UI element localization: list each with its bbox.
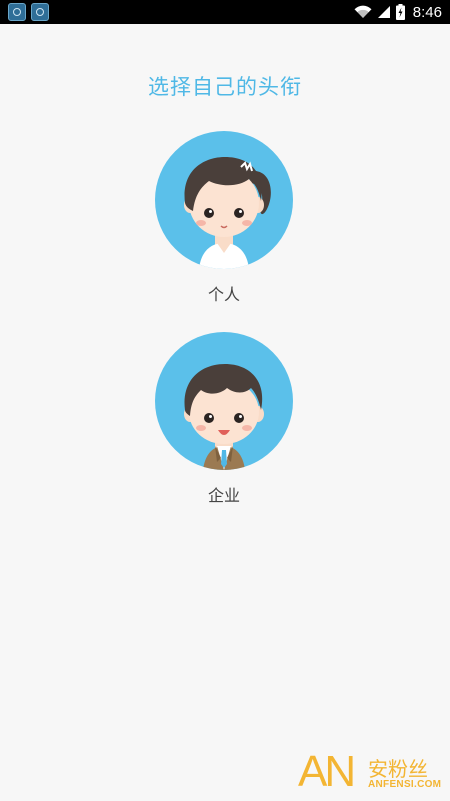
watermark-logo: AN 安粉丝 ANFENSI.COM [298, 747, 448, 797]
main-content: 选择自己的头衔 个人 企业 AN 安粉丝 ANFENSI.COM [0, 24, 450, 801]
watermark-an: AN [298, 747, 356, 796]
page-title: 选择自己的头衔 [148, 75, 302, 99]
personal-option[interactable]: 个人 [155, 131, 295, 305]
status-bar-system: 8:46 [354, 0, 442, 24]
wifi-icon [354, 5, 372, 19]
status-time: 8:46 [412, 3, 442, 21]
app-notification-icon [31, 3, 49, 21]
male-avatar-icon[interactable] [155, 332, 293, 470]
enterprise-option[interactable]: 企业 [155, 332, 295, 506]
status-bar: 8:46 [0, 0, 450, 24]
personal-option-label[interactable]: 个人 [155, 281, 293, 305]
enterprise-option-label[interactable]: 企业 [155, 482, 293, 506]
signal-icon [377, 6, 390, 18]
watermark-cn: 安粉丝 [368, 757, 428, 781]
watermark-en: ANFENSI.COM [368, 779, 442, 790]
battery-icon [395, 4, 405, 20]
app-notification-icon [8, 3, 26, 21]
female-avatar-icon[interactable] [155, 131, 293, 269]
